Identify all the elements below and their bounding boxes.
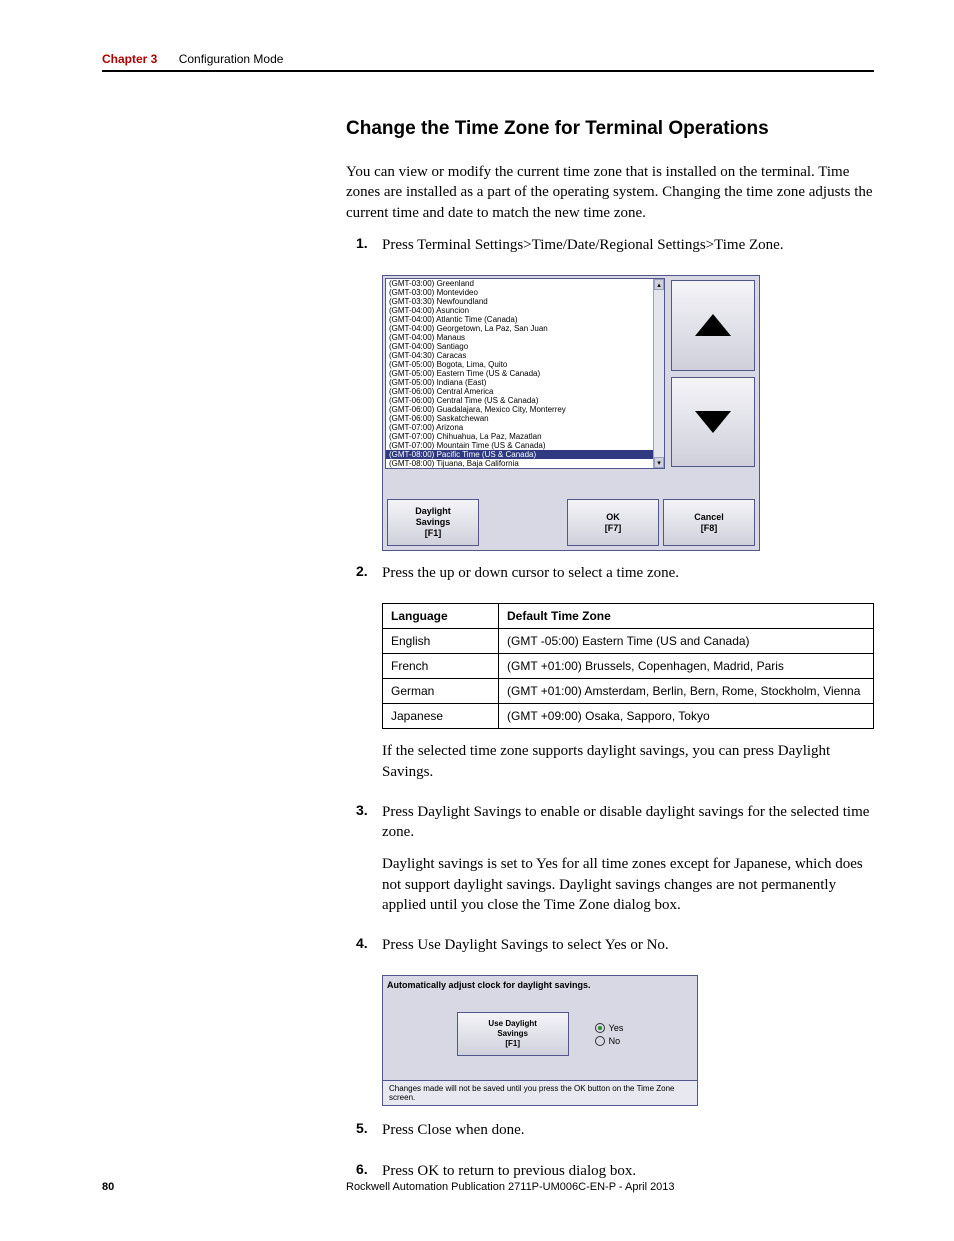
table-row: French(GMT +01:00) Brussels, Copenhagen,… <box>383 654 874 679</box>
timezone-option[interactable]: (GMT-04:30) Caracas <box>386 351 664 360</box>
radio-yes[interactable]: Yes <box>595 1023 624 1033</box>
step-2-number: 2. <box>356 563 382 595</box>
use-daylight-savings-button[interactable]: Use Daylight Savings [F1] <box>457 1012 569 1056</box>
button-label: Savings <box>390 517 476 528</box>
timezone-option[interactable]: (GMT-07:00) Mountain Time (US & Canada) <box>386 441 664 450</box>
table-row: German(GMT +01:00) Amsterdam, Berlin, Be… <box>383 679 874 704</box>
scroll-up-icon[interactable]: ▴ <box>654 279 664 290</box>
step-4: 4. Press Use Daylight Savings to select … <box>356 935 874 967</box>
step-4-number: 4. <box>356 935 382 967</box>
section-heading: Change the Time Zone for Terminal Operat… <box>346 118 874 140</box>
timezone-option[interactable]: (GMT-08:00) Tijuana, Baja California <box>386 459 664 468</box>
button-label: Savings <box>460 1029 566 1039</box>
step-3-post-text: Daylight savings is set to Yes for all t… <box>382 854 874 915</box>
triangle-up-icon <box>695 314 731 336</box>
dialog-title: Automatically adjust clock for daylight … <box>387 980 693 990</box>
timezone-option[interactable]: (GMT-06:00) Guadalajara, Mexico City, Mo… <box>386 405 664 414</box>
table-cell-language: French <box>383 654 499 679</box>
timezone-option[interactable]: (GMT-04:00) Asuncion <box>386 306 664 315</box>
running-header: Chapter 3 Configuration Mode <box>102 52 874 66</box>
intro-paragraph: You can view or modify the current time … <box>346 162 874 223</box>
step-3-number: 3. <box>356 802 382 927</box>
button-label: [F7] <box>570 523 656 534</box>
page-footer: 80 Rockwell Automation Publication 2711P… <box>102 1181 874 1193</box>
timezone-option[interactable]: (GMT-08:00) Pacific Time (US & Canada) <box>386 450 664 459</box>
table-row: Japanese(GMT +09:00) Osaka, Sapporo, Tok… <box>383 704 874 729</box>
step-2-text: Press the up or down cursor to select a … <box>382 563 874 583</box>
radio-label: Yes <box>609 1023 624 1033</box>
cursor-down-button[interactable] <box>671 377 755 468</box>
table-cell-timezone: (GMT +01:00) Amsterdam, Berlin, Bern, Ro… <box>499 679 874 704</box>
timezone-option[interactable]: (GMT-03:00) Greenland <box>386 279 664 288</box>
table-cell-language: German <box>383 679 499 704</box>
radio-icon <box>595 1023 605 1033</box>
timezone-option[interactable]: (GMT-04:00) Manaus <box>386 333 664 342</box>
publication-id: Rockwell Automation Publication 2711P-UM… <box>346 1181 874 1193</box>
step-3-text: Press Daylight Savings to enable or disa… <box>382 802 874 843</box>
chapter-title: Configuration Mode <box>179 52 284 66</box>
timezone-dialog: (GMT-03:00) Greenland(GMT-03:00) Montevi… <box>382 275 760 551</box>
table-header-timezone: Default Time Zone <box>499 604 874 629</box>
timezone-option[interactable]: (GMT-04:00) Atlantic Time (Canada) <box>386 315 664 324</box>
page-number: 80 <box>102 1181 346 1193</box>
radio-no[interactable]: No <box>595 1036 624 1046</box>
radio-label: No <box>609 1036 621 1046</box>
timezone-option[interactable]: (GMT-06:00) Central Time (US & Canada) <box>386 396 664 405</box>
button-label: [F1] <box>390 528 476 539</box>
step-2: 2. Press the up or down cursor to select… <box>356 563 874 595</box>
header-rule <box>102 70 874 72</box>
button-label: Daylight <box>390 506 476 517</box>
step-2-post-text: If the selected time zone supports dayli… <box>382 741 874 782</box>
timezone-option[interactable]: (GMT-05:00) Indiana (East) <box>386 378 664 387</box>
triangle-down-icon <box>695 411 731 433</box>
button-label: [F8] <box>666 523 752 534</box>
timezone-listbox[interactable]: (GMT-03:00) Greenland(GMT-03:00) Montevi… <box>385 278 665 469</box>
timezone-option[interactable]: (GMT-06:00) Saskatchewan <box>386 414 664 423</box>
cancel-button[interactable]: Cancel [F8] <box>663 499 755 546</box>
timezone-option[interactable]: (GMT-07:00) Chihuahua, La Paz, Mazatlan <box>386 432 664 441</box>
timezone-option[interactable]: (GMT-05:00) Bogota, Lima, Quito <box>386 360 664 369</box>
cursor-up-button[interactable] <box>671 280 755 371</box>
daylight-savings-button[interactable]: Daylight Savings [F1] <box>387 499 479 546</box>
step-5-text: Press Close when done. <box>382 1120 874 1140</box>
step-6-text: Press OK to return to previous dialog bo… <box>382 1161 874 1181</box>
button-label: Cancel <box>666 512 752 523</box>
step-4-text: Press Use Daylight Savings to select Yes… <box>382 935 874 955</box>
timezone-option[interactable]: (GMT-07:00) Arizona <box>386 423 664 432</box>
table-cell-language: English <box>383 629 499 654</box>
dialog-note: Changes made will not be saved until you… <box>383 1080 697 1105</box>
table-row: English(GMT -05:00) Eastern Time (US and… <box>383 629 874 654</box>
timezone-option[interactable]: (GMT-06:00) Central America <box>386 387 664 396</box>
step-1: 1. Press Terminal Settings>Time/Date/Reg… <box>356 235 874 267</box>
chapter-label: Chapter 3 <box>102 52 157 66</box>
table-cell-timezone: (GMT -05:00) Eastern Time (US and Canada… <box>499 629 874 654</box>
table-cell-timezone: (GMT +09:00) Osaka, Sapporo, Tokyo <box>499 704 874 729</box>
step-1-text: Press Terminal Settings>Time/Date/Region… <box>382 235 874 255</box>
table-header-language: Language <box>383 604 499 629</box>
table-cell-timezone: (GMT +01:00) Brussels, Copenhagen, Madri… <box>499 654 874 679</box>
timezone-option[interactable]: (GMT-03:00) Montevideo <box>386 288 664 297</box>
table-cell-language: Japanese <box>383 704 499 729</box>
daylight-savings-dialog: Automatically adjust clock for daylight … <box>382 975 698 1106</box>
ok-button[interactable]: OK [F7] <box>567 499 659 546</box>
step-5: 5. Press Close when done. <box>356 1120 874 1152</box>
button-label: [F1] <box>460 1039 566 1049</box>
timezone-option[interactable]: (GMT-04:00) Georgetown, La Paz, San Juan <box>386 324 664 333</box>
step-1-number: 1. <box>356 235 382 267</box>
default-timezone-table: Language Default Time Zone English(GMT -… <box>382 603 874 729</box>
radio-icon <box>595 1036 605 1046</box>
step-3: 3. Press Daylight Savings to enable or d… <box>356 802 874 927</box>
timezone-option[interactable]: (GMT-05:00) Eastern Time (US & Canada) <box>386 369 664 378</box>
scrollbar-track[interactable] <box>654 290 664 457</box>
timezone-option[interactable]: (GMT-04:00) Santiago <box>386 342 664 351</box>
step-2-post: If the selected time zone supports dayli… <box>356 741 874 794</box>
button-label: OK <box>570 512 656 523</box>
scroll-down-icon[interactable]: ▾ <box>654 457 664 468</box>
timezone-option[interactable]: (GMT-03:30) Newfoundland <box>386 297 664 306</box>
button-label: Use Daylight <box>460 1019 566 1029</box>
step-5-number: 5. <box>356 1120 382 1152</box>
